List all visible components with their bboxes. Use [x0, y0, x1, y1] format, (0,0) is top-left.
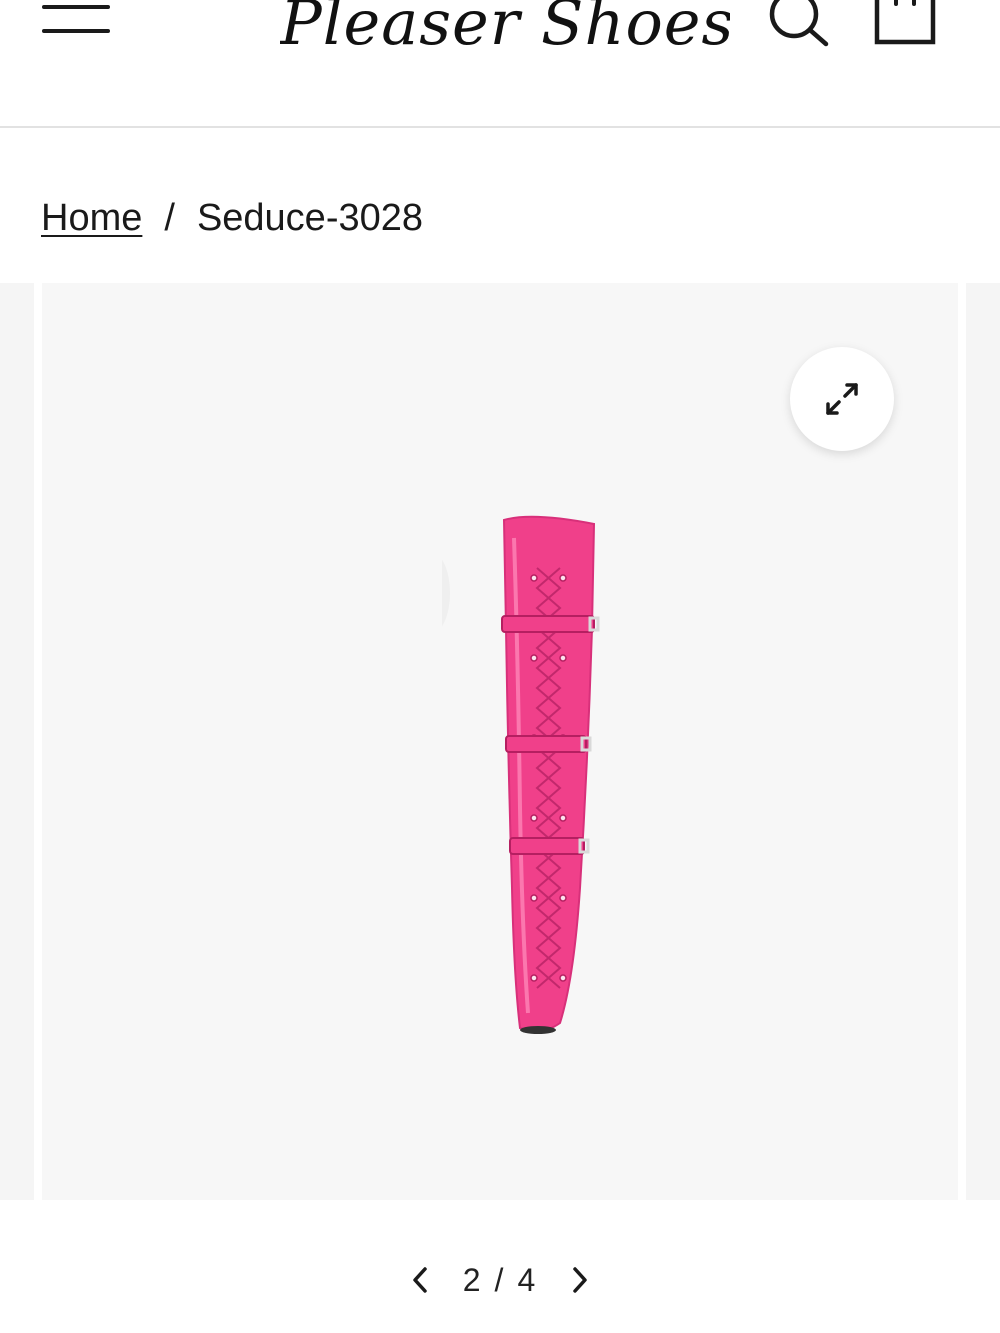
- hamburger-menu-icon-bar: [42, 29, 110, 33]
- search-icon: [769, 0, 829, 47]
- search-button[interactable]: [762, 0, 834, 50]
- total-slide-count: 4: [517, 1261, 538, 1298]
- chevron-right-icon: [573, 1267, 587, 1293]
- gallery-pager: 2 / 4: [380, 1250, 620, 1310]
- slide-counter-separator: /: [494, 1261, 506, 1298]
- shopping-bag-icon: [874, 0, 936, 45]
- breadcrumb-current-page: Seduce-3028: [196, 196, 424, 239]
- expand-icon: [826, 383, 858, 415]
- next-image-button[interactable]: [555, 1250, 605, 1310]
- menu-button[interactable]: [40, 0, 112, 40]
- breadcrumb: Home / Seduce-3028: [41, 194, 423, 242]
- cart-button[interactable]: [868, 0, 940, 50]
- hamburger-menu-icon: [42, 5, 110, 9]
- product-image: [442, 515, 600, 1034]
- product-image-slide[interactable]: [42, 283, 958, 1200]
- chevron-left-icon: [413, 1267, 427, 1293]
- current-slide-number: 2: [462, 1261, 483, 1298]
- product-gallery[interactable]: [0, 283, 1000, 1200]
- next-slide-edge[interactable]: [966, 283, 1000, 1200]
- previous-slide-edge[interactable]: [0, 283, 34, 1200]
- slide-counter: 2 / 4: [463, 1262, 537, 1299]
- site-logo[interactable]: Pleaser Shoes: [280, 0, 730, 68]
- breadcrumb-separator: /: [164, 196, 175, 239]
- site-header: Pleaser Shoes: [0, 0, 1000, 128]
- zoom-button[interactable]: [790, 347, 894, 451]
- previous-image-button[interactable]: [395, 1250, 445, 1310]
- breadcrumb-home-link[interactable]: Home: [41, 197, 142, 240]
